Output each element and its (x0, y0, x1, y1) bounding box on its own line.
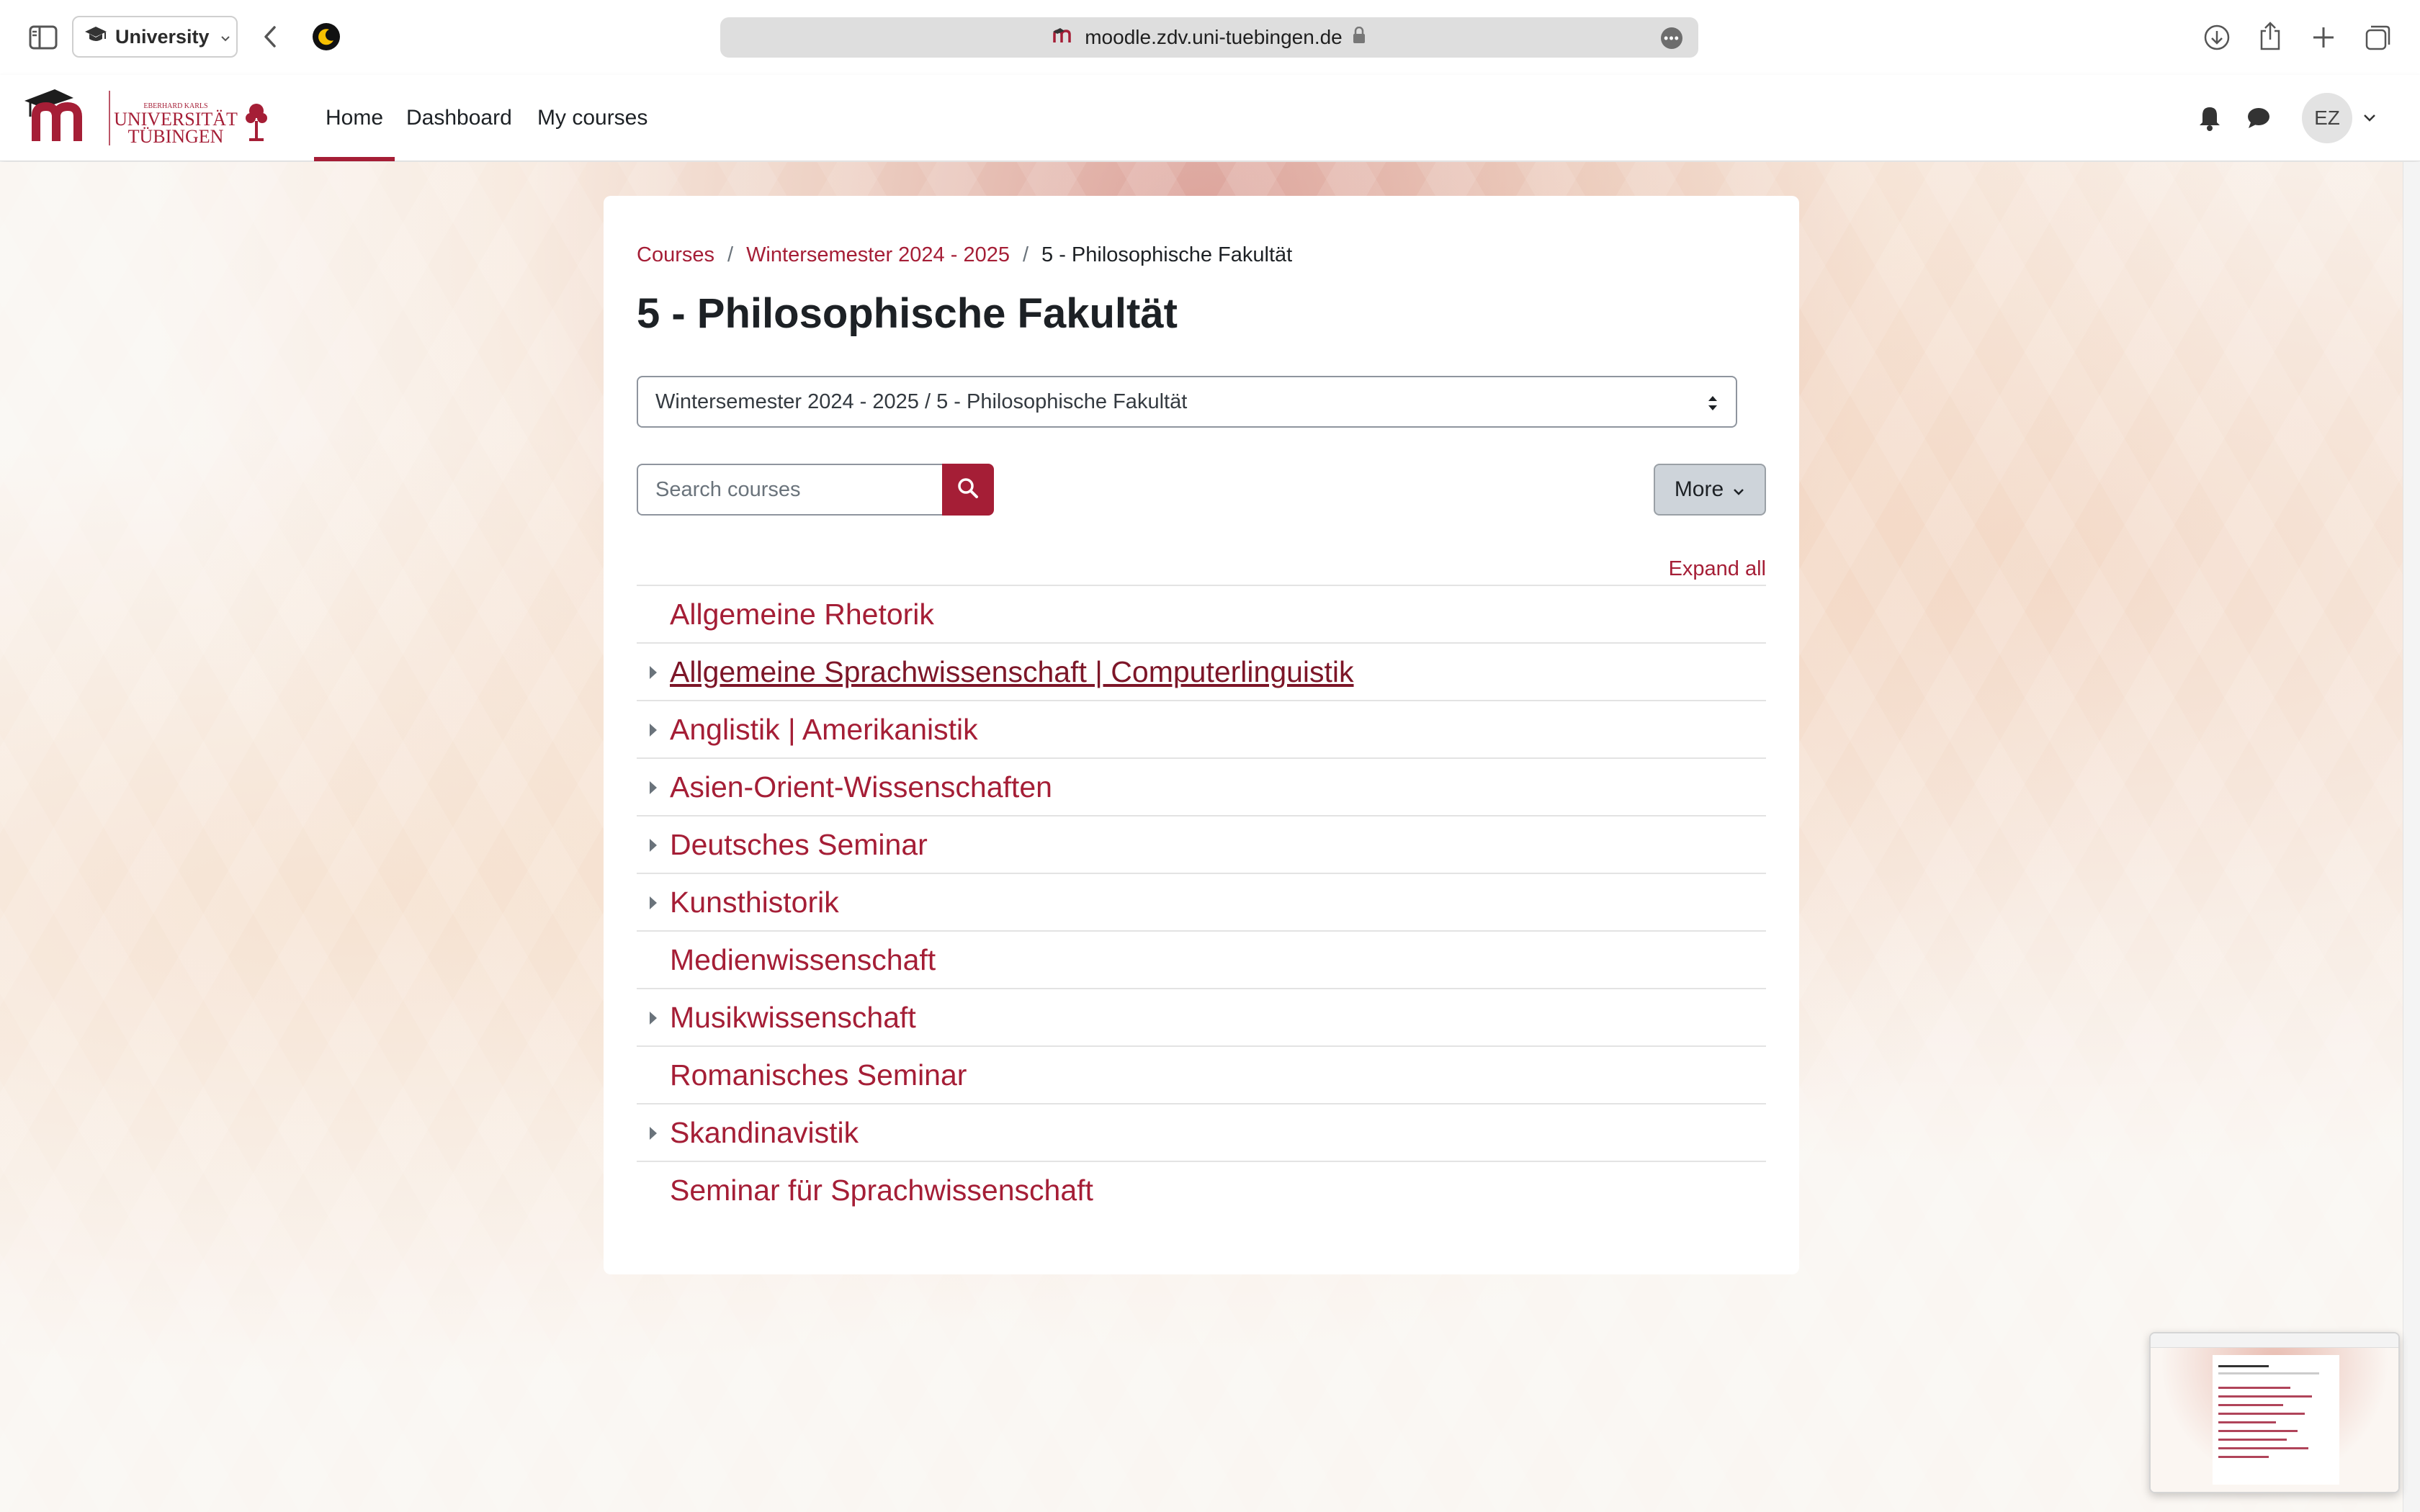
new-tab-icon[interactable] (2308, 22, 2339, 53)
breadcrumb: Courses / Wintersemester 2024 - 2025 / 5… (637, 243, 1292, 267)
more-label: More (1674, 477, 1724, 501)
university-logo[interactable]: EBERHARD KARLS UNIVERSITÄT TÜBINGEN (24, 85, 277, 151)
category-select-value: Wintersemester 2024 - 2025 / 5 - Philoso… (655, 390, 1188, 413)
category-link[interactable]: Medienwissenschaft (670, 943, 936, 977)
category-row: Skandinavistik (637, 1103, 1766, 1161)
category-row: Asien-Orient-Wissenschaften (637, 757, 1766, 815)
caret-right-icon[interactable] (647, 894, 660, 912)
caret-right-icon[interactable] (647, 1125, 660, 1142)
chevron-down-icon (1732, 477, 1745, 502)
search-icon (957, 477, 979, 503)
category-select[interactable]: Wintersemester 2024 - 2025 / 5 - Philoso… (637, 376, 1737, 428)
breadcrumb-separator: / (727, 243, 734, 266)
category-link[interactable]: Musikwissenschaft (670, 1001, 916, 1035)
breadcrumb-current: 5 - Philosophische Fakultät (1041, 243, 1293, 266)
category-link[interactable]: Kunsthistorik (670, 886, 839, 919)
category-link[interactable]: Allgemeine Sprachwissenschaft | Computer… (670, 655, 1354, 689)
caret-right-icon[interactable] (647, 721, 660, 739)
nav-home[interactable]: Home (314, 75, 395, 161)
site-navbar: EBERHARD KARLS UNIVERSITÄT TÜBINGEN Home… (0, 75, 2420, 161)
category-row: Anglistik | Amerikanistik (637, 700, 1766, 757)
download-icon[interactable] (2201, 22, 2233, 53)
moon-extension-icon[interactable] (310, 20, 343, 53)
site-favicon-icon (1053, 26, 1075, 49)
chevron-down-icon (220, 26, 231, 48)
search-button[interactable] (942, 464, 994, 516)
category-row: Deutsches Seminar (637, 815, 1766, 873)
category-row: Musikwissenschaft (637, 988, 1766, 1045)
search-courses-input[interactable] (637, 464, 944, 516)
category-list: Allgemeine Rhetorik Allgemeine Sprachwiss… (637, 585, 1766, 1218)
back-button[interactable] (254, 20, 287, 53)
category-row: Medienwissenschaft (637, 930, 1766, 988)
caret-right-icon[interactable] (647, 1009, 660, 1027)
page-scrollbar[interactable] (2403, 162, 2420, 1512)
more-button[interactable]: More (1654, 464, 1766, 516)
screenshot-thumbnail[interactable] (2149, 1332, 2400, 1493)
browser-toolbar: University moodle.zdv.uni-tuebingen.de •… (0, 0, 2420, 75)
caret-right-icon[interactable] (647, 664, 660, 681)
nav-dashboard[interactable]: Dashboard (406, 75, 512, 161)
sidebar-toggle-icon[interactable] (27, 22, 59, 53)
category-row: Seminar für Sprachwissenschaft (637, 1161, 1766, 1218)
graduation-cap-icon (84, 24, 108, 50)
category-link[interactable]: Skandinavistik (670, 1116, 859, 1150)
lock-icon (1353, 26, 1366, 49)
category-link[interactable]: Deutsches Seminar (670, 828, 928, 862)
svg-text:TÜBINGEN: TÜBINGEN (128, 126, 224, 147)
category-link[interactable]: Allgemeine Rhetorik (670, 598, 934, 631)
breadcrumb-courses[interactable]: Courses (637, 243, 714, 267)
main-content-card: Courses / Wintersemester 2024 - 2025 / 5… (604, 196, 1799, 1274)
category-link[interactable]: Seminar für Sprachwissenschaft (670, 1174, 1093, 1207)
caret-right-icon[interactable] (647, 837, 660, 854)
page-menu-icon[interactable]: ••• (1661, 27, 1682, 49)
category-link[interactable]: Anglistik | Amerikanistik (670, 713, 978, 747)
messages-icon[interactable] (2244, 104, 2273, 132)
profile-selector[interactable]: University (72, 16, 238, 58)
category-link[interactable]: Asien-Orient-Wissenschaften (670, 770, 1052, 804)
profile-label: University (115, 25, 210, 48)
expand-all-link[interactable]: Expand all (1669, 557, 1766, 581)
category-row: Allgemeine Sprachwissenschaft | Computer… (637, 642, 1766, 700)
tab-overview-icon[interactable] (2362, 22, 2394, 53)
breadcrumb-semester[interactable]: Wintersemester 2024 - 2025 (746, 243, 1010, 267)
address-bar[interactable]: moodle.zdv.uni-tuebingen.de ••• (720, 17, 1698, 58)
breadcrumb-separator: / (1022, 243, 1029, 266)
category-row: Allgemeine Rhetorik (637, 585, 1766, 642)
category-row: Kunsthistorik (637, 873, 1766, 930)
nav-my-courses[interactable]: My courses (537, 75, 647, 161)
category-row: Romanisches Seminar (637, 1045, 1766, 1103)
user-menu-chevron-icon[interactable] (2360, 108, 2380, 128)
url-text: moodle.zdv.uni-tuebingen.de (1085, 26, 1343, 48)
share-icon[interactable] (2254, 19, 2286, 53)
page-title: 5 - Philosophische Fakultät (637, 290, 1178, 337)
caret-right-icon[interactable] (647, 779, 660, 796)
select-arrows-icon (1704, 392, 1721, 415)
notifications-bell-icon[interactable] (2195, 104, 2224, 132)
user-avatar[interactable]: EZ (2302, 93, 2352, 143)
category-link[interactable]: Romanisches Seminar (670, 1058, 967, 1092)
